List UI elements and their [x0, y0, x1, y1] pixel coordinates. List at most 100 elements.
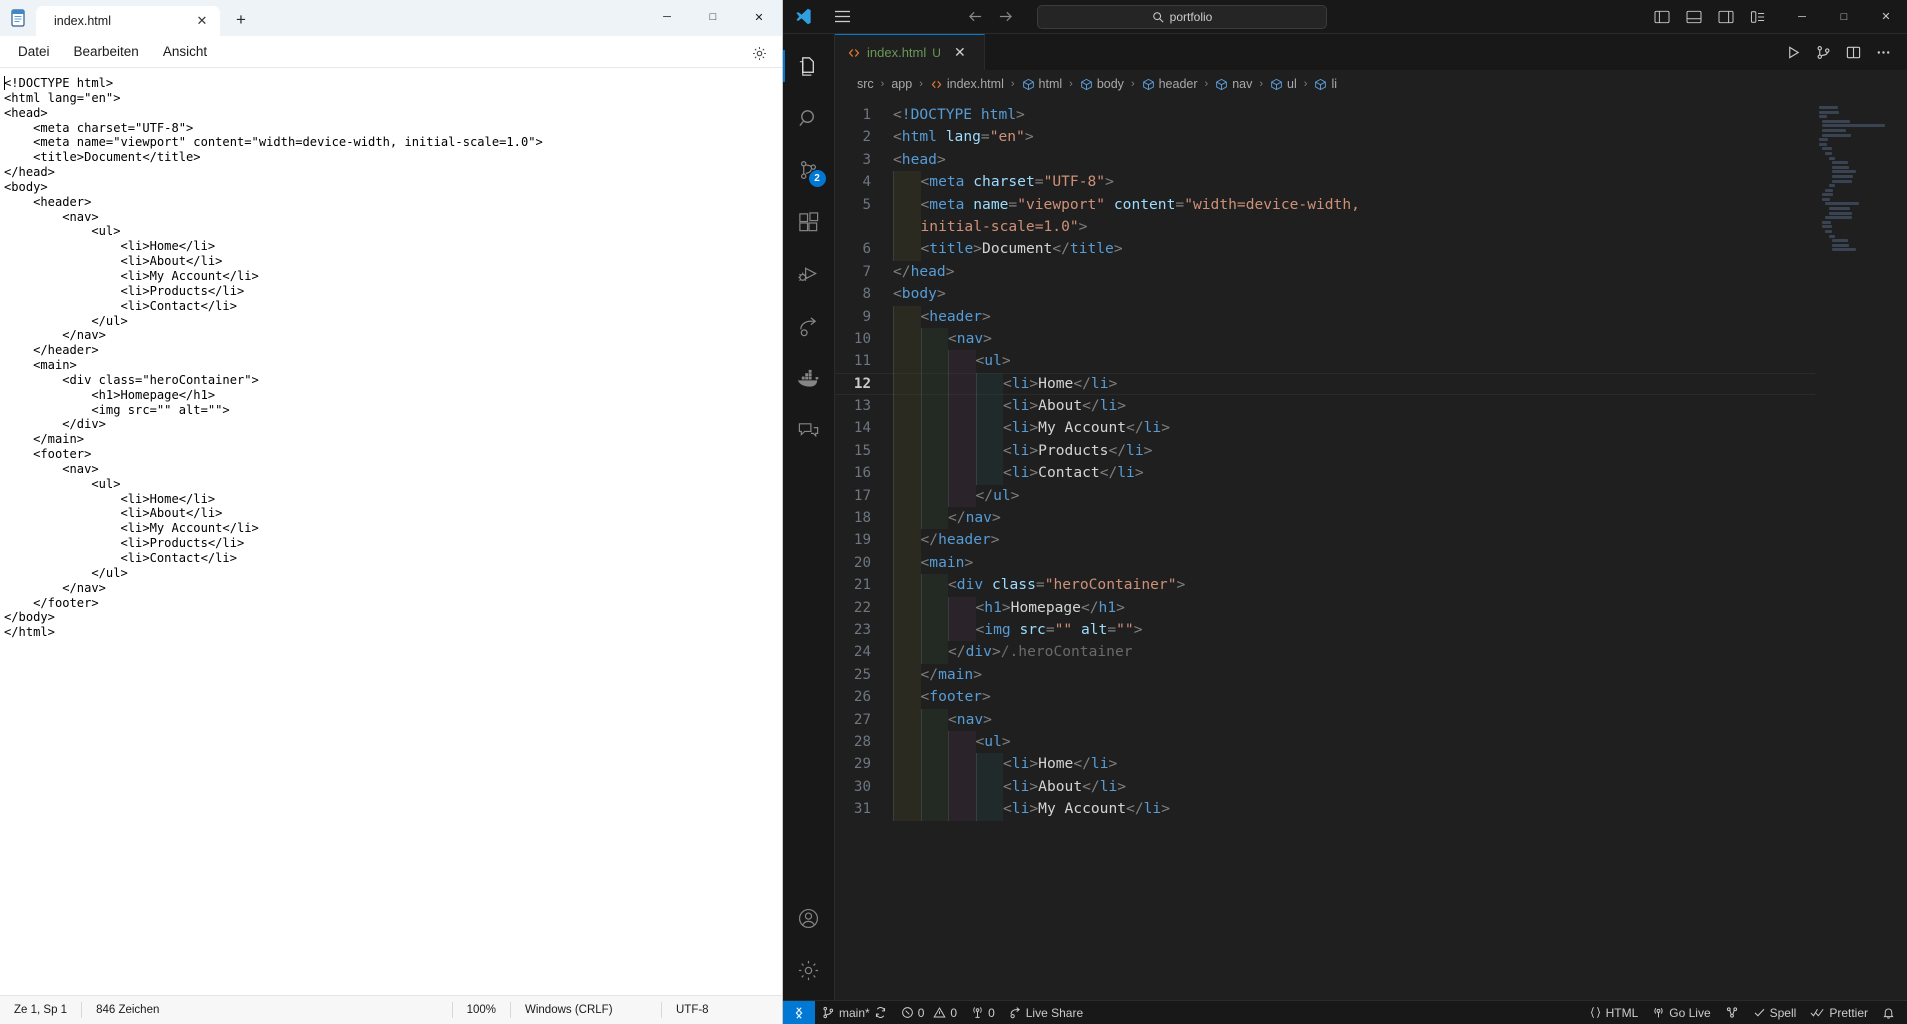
- spell-checker[interactable]: Spell: [1746, 1001, 1804, 1024]
- sidebar-item-source-control[interactable]: 2: [783, 144, 835, 196]
- line-ending[interactable]: Windows (CRLF): [511, 996, 661, 1024]
- hamburger-menu-icon[interactable]: [823, 10, 861, 23]
- code-line[interactable]: 30 <li>About</li>: [835, 775, 1815, 799]
- code-line[interactable]: 11 <ul>: [835, 350, 1815, 374]
- toggle-panel-icon[interactable]: [1679, 5, 1709, 29]
- maximize-icon[interactable]: □: [1823, 0, 1865, 34]
- minimap[interactable]: [1815, 98, 1907, 1000]
- sidebar-item-run-and-debug[interactable]: [783, 248, 835, 300]
- minimize-icon[interactable]: ─: [1781, 0, 1823, 34]
- close-icon[interactable]: ✕: [736, 0, 782, 34]
- sidebar-item-extensions[interactable]: [783, 196, 835, 248]
- notepad-text-area[interactable]: <!DOCTYPE html> <html lang="en"> <head> …: [0, 68, 782, 995]
- code-lines[interactable]: 1 <!DOCTYPE html> 2 <html lang="en"> 3 <head>…: [835, 98, 1815, 1000]
- git-branch[interactable]: main*: [815, 1001, 894, 1024]
- code-line[interactable]: 21 <div class="heroContainer">: [835, 574, 1815, 597]
- sidebar-item-remote-explorer[interactable]: [783, 404, 835, 456]
- tab-index-html[interactable]: index.html U ✕: [835, 34, 985, 70]
- close-icon[interactable]: ✕: [1865, 0, 1907, 34]
- breadcrumb-item-nav[interactable]: nav: [1213, 77, 1254, 91]
- arrow-left-icon[interactable]: [961, 6, 989, 28]
- code-line[interactable]: 14 <li>My Account</li>: [835, 417, 1815, 441]
- breadcrumb-item-li[interactable]: li: [1312, 77, 1339, 91]
- code-line[interactable]: 8 <body>: [835, 283, 1815, 305]
- close-icon[interactable]: ✕: [190, 10, 214, 32]
- live-share-button[interactable]: Live Share: [1002, 1001, 1090, 1024]
- breadcrumb-item-html[interactable]: html: [1020, 77, 1065, 91]
- prettier-button[interactable]: Prettier: [1803, 1001, 1875, 1024]
- menu-datei[interactable]: Datei: [8, 40, 60, 63]
- go-live-button[interactable]: Go Live: [1645, 1001, 1717, 1024]
- code-line[interactable]: 20 <main>: [835, 551, 1815, 575]
- code-line[interactable]: 18 </nav>: [835, 507, 1815, 530]
- sidebar-item-docker[interactable]: [783, 352, 835, 404]
- search-input[interactable]: portfolio: [1037, 4, 1327, 29]
- sidebar-item-explorer[interactable]: [782, 40, 835, 92]
- breadcrumb-item-body[interactable]: body: [1078, 77, 1126, 91]
- code-line[interactable]: 13 <li>About</li>: [835, 395, 1815, 418]
- code-line[interactable]: 23 <img src="" alt="">: [835, 618, 1815, 642]
- breadcrumb-item-app[interactable]: app: [889, 77, 914, 91]
- code-line[interactable]: 10 <nav>: [835, 327, 1815, 351]
- code-line[interactable]: 31 <li>My Account</li>: [835, 798, 1815, 821]
- code-line[interactable]: 4 <meta charset="UTF-8">: [835, 171, 1815, 194]
- code-line[interactable]: 12 <li>Home</li>: [835, 372, 1815, 396]
- code-line[interactable]: 27 <nav>: [835, 708, 1815, 732]
- git-graph-button[interactable]: [1718, 1001, 1746, 1024]
- gear-icon[interactable]: [748, 42, 770, 64]
- code-line[interactable]: 19 </header>: [835, 529, 1815, 553]
- code-line[interactable]: 16 <li>Contact</li>: [835, 462, 1815, 486]
- code-editor[interactable]: 1 <!DOCTYPE html> 2 <html lang="en"> 3 <head>…: [835, 98, 1907, 1000]
- maximize-icon[interactable]: □: [690, 0, 736, 34]
- close-icon[interactable]: ✕: [951, 44, 969, 61]
- code-line[interactable]: 25 </main>: [835, 663, 1815, 687]
- toggle-primary-sidebar-icon[interactable]: [1647, 5, 1677, 29]
- code-line[interactable]: 15 <li>Products</li>: [835, 439, 1815, 463]
- toggle-secondary-sidebar-icon[interactable]: [1711, 5, 1741, 29]
- settings-gear-icon[interactable]: [783, 944, 835, 996]
- sidebar-item-live-share[interactable]: [783, 300, 835, 352]
- code-line[interactable]: 9 <header>: [835, 305, 1815, 329]
- notepad-tab-index-html[interactable]: index.html ✕: [36, 6, 220, 36]
- menu-bearbeiten[interactable]: Bearbeiten: [64, 40, 149, 63]
- remote-indicator-icon[interactable]: [783, 1000, 815, 1024]
- sync-icon[interactable]: [874, 1006, 887, 1019]
- ports-indicator[interactable]: 0: [964, 1001, 1002, 1024]
- code-line[interactable]: 6 <title>Document</title>: [835, 238, 1815, 262]
- code-line[interactable]: 17 </ul>: [835, 484, 1815, 508]
- more-actions-icon[interactable]: [1869, 38, 1897, 66]
- breadcrumb-item-src[interactable]: src: [855, 77, 876, 91]
- code-line[interactable]: 26 <footer>: [835, 686, 1815, 709]
- breadcrumb-item-ul[interactable]: ul: [1268, 77, 1299, 91]
- code-line[interactable]: 2 <html lang="en">: [835, 126, 1815, 148]
- new-tab-button[interactable]: +: [226, 6, 256, 34]
- breadcrumb-item-header[interactable]: header: [1140, 77, 1200, 91]
- arrow-right-icon[interactable]: [991, 6, 1019, 28]
- code-line[interactable]: 29 <li>Home</li>: [835, 753, 1815, 777]
- code-line[interactable]: 7 </head>: [835, 261, 1815, 283]
- notepad-content[interactable]: <!DOCTYPE html> <html lang="en"> <head> …: [4, 76, 782, 640]
- code-line[interactable]: 1 <!DOCTYPE html>: [835, 104, 1815, 126]
- code-line[interactable]: 5 <meta name="viewport" content="width=de…: [835, 193, 1815, 217]
- code-line[interactable]: 28 <ul>: [835, 730, 1815, 754]
- notifications-bell-icon[interactable]: [1875, 1001, 1907, 1024]
- language-mode[interactable]: HTML: [1582, 1001, 1646, 1024]
- code-line[interactable]: 24 </div>/.heroContainer: [835, 641, 1815, 665]
- split-editor-icon[interactable]: [1839, 38, 1867, 66]
- zoom-level[interactable]: 100%: [453, 996, 510, 1024]
- split-and-compare-icon[interactable]: [1809, 38, 1837, 66]
- customize-layout-icon[interactable]: [1743, 5, 1773, 29]
- run-file-icon[interactable]: [1779, 38, 1807, 66]
- sidebar-item-search[interactable]: [783, 92, 835, 144]
- minimap-line: [1819, 138, 1828, 142]
- breadcrumb-item-index-html[interactable]: index.html: [928, 77, 1006, 91]
- menu-ansicht[interactable]: Ansicht: [153, 40, 217, 63]
- problems-indicator[interactable]: 0 0: [894, 1001, 964, 1024]
- code-line[interactable]: 3 <head>: [835, 149, 1815, 171]
- line-number: 3: [862, 151, 871, 168]
- accounts-button[interactable]: [783, 892, 835, 944]
- code-line[interactable]: initial-scale=1.0">: [835, 215, 1815, 239]
- code-line[interactable]: 22 <h1>Homepage</h1>: [835, 596, 1815, 620]
- minimize-icon[interactable]: ─: [644, 0, 690, 34]
- encoding[interactable]: UTF-8: [662, 996, 782, 1024]
